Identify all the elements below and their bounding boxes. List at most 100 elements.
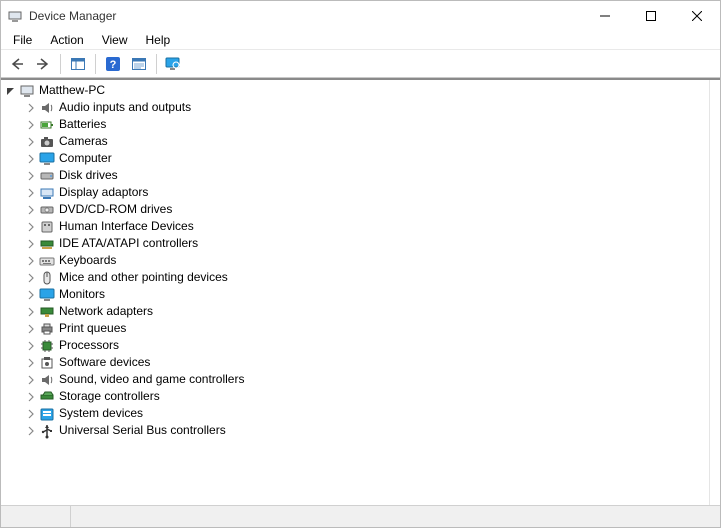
tree-node[interactable]: Monitors [25, 286, 705, 303]
content-area: Matthew-PC Audio inputs and outputsBatte… [1, 78, 720, 505]
app-icon [7, 8, 23, 24]
tree-node-label: DVD/CD-ROM drives [59, 201, 172, 218]
tree-node[interactable]: Sound, video and game controllers [25, 371, 705, 388]
caret-right-icon[interactable] [25, 425, 37, 437]
caret-right-icon[interactable] [25, 272, 37, 284]
caret-right-icon[interactable] [25, 255, 37, 267]
tree-node[interactable]: Network adapters [25, 303, 705, 320]
minimize-button[interactable] [582, 1, 628, 31]
toolbar-back-button[interactable] [5, 53, 29, 75]
tree-node-label: Audio inputs and outputs [59, 99, 191, 116]
tree-node[interactable]: Processors [25, 337, 705, 354]
caret-right-icon[interactable] [25, 221, 37, 233]
tree-node[interactable]: Mice and other pointing devices [25, 269, 705, 286]
menu-action[interactable]: Action [42, 32, 91, 48]
menu-help[interactable]: Help [138, 32, 179, 48]
caret-right-icon[interactable] [25, 204, 37, 216]
audio-icon [39, 100, 55, 116]
system-icon [39, 406, 55, 422]
toolbar: ? [1, 50, 720, 78]
tree-node[interactable]: Computer [25, 150, 705, 167]
disk-icon [39, 168, 55, 184]
toolbar-help-button[interactable]: ? [101, 53, 125, 75]
monitor-icon [39, 287, 55, 303]
caret-right-icon[interactable] [25, 238, 37, 250]
caret-down-icon[interactable] [5, 85, 17, 97]
caret-right-icon[interactable] [25, 340, 37, 352]
statusbar-cell [71, 506, 720, 527]
tree-node-label: Human Interface Devices [59, 218, 194, 235]
tree-node[interactable]: Keyboards [25, 252, 705, 269]
tree-node-label: Display adaptors [59, 184, 148, 201]
caret-right-icon[interactable] [25, 119, 37, 131]
tree-root-node[interactable]: Matthew-PC [5, 82, 705, 99]
tree-node-label: IDE ATA/ATAPI controllers [59, 235, 198, 252]
arrow-right-icon [35, 56, 51, 72]
caret-right-icon[interactable] [25, 102, 37, 114]
toolbar-separator [95, 54, 96, 74]
tree-node-label: Software devices [59, 354, 150, 371]
toolbar-scan-button[interactable] [162, 53, 186, 75]
tree-node[interactable]: Batteries [25, 116, 705, 133]
caret-right-icon[interactable] [25, 153, 37, 165]
network-icon [39, 304, 55, 320]
toolbar-properties-button[interactable] [127, 53, 151, 75]
toolbar-show-hide-tree-button[interactable] [66, 53, 90, 75]
tree-node[interactable]: Disk drives [25, 167, 705, 184]
svg-text:?: ? [110, 59, 117, 71]
tree-node[interactable]: Print queues [25, 320, 705, 337]
tree-node[interactable]: DVD/CD-ROM drives [25, 201, 705, 218]
caret-right-icon[interactable] [25, 391, 37, 403]
tree-node[interactable]: IDE ATA/ATAPI controllers [25, 235, 705, 252]
tree-node[interactable]: System devices [25, 405, 705, 422]
computer-icon [19, 83, 35, 99]
ide-icon [39, 236, 55, 252]
titlebar: Device Manager [1, 1, 720, 31]
tree-node[interactable]: Audio inputs and outputs [25, 99, 705, 116]
tree-root-label: Matthew-PC [39, 82, 105, 99]
menu-view[interactable]: View [94, 32, 136, 48]
hid-icon [39, 219, 55, 235]
caret-right-icon[interactable] [25, 170, 37, 182]
tree-node-label: Keyboards [59, 252, 116, 269]
printer-icon [39, 321, 55, 337]
monitor-icon [39, 151, 55, 167]
device-manager-window: Device Manager File Action View Help ? [0, 0, 721, 528]
tree-children: Audio inputs and outputsBatteriesCameras… [5, 99, 705, 439]
tree-node-label: System devices [59, 405, 143, 422]
caret-right-icon[interactable] [25, 374, 37, 386]
device-tree[interactable]: Matthew-PC Audio inputs and outputsBatte… [1, 80, 710, 505]
toolbar-separator [60, 54, 61, 74]
tree-node[interactable]: Human Interface Devices [25, 218, 705, 235]
battery-icon [39, 117, 55, 133]
display-adapter-icon [39, 185, 55, 201]
caret-right-icon[interactable] [25, 323, 37, 335]
caret-right-icon[interactable] [25, 289, 37, 301]
tree-node-label: Processors [59, 337, 119, 354]
tree-node[interactable]: Storage controllers [25, 388, 705, 405]
camera-icon [39, 134, 55, 150]
pane-icon [70, 56, 86, 72]
caret-right-icon[interactable] [25, 187, 37, 199]
tree-node[interactable]: Display adaptors [25, 184, 705, 201]
caret-right-icon[interactable] [25, 357, 37, 369]
tree-node-label: Disk drives [59, 167, 118, 184]
caret-right-icon[interactable] [25, 408, 37, 420]
processor-icon [39, 338, 55, 354]
monitor-scan-icon [165, 56, 183, 72]
menubar: File Action View Help [1, 31, 720, 50]
close-button[interactable] [674, 1, 720, 31]
tree-node[interactable]: Software devices [25, 354, 705, 371]
usb-icon [39, 423, 55, 439]
mouse-icon [39, 270, 55, 286]
toolbar-forward-button[interactable] [31, 53, 55, 75]
caret-right-icon[interactable] [25, 306, 37, 318]
statusbar-cell [1, 506, 71, 527]
menu-file[interactable]: File [5, 32, 40, 48]
keyboard-icon [39, 253, 55, 269]
tree-node[interactable]: Cameras [25, 133, 705, 150]
maximize-button[interactable] [628, 1, 674, 31]
tree-node-label: Cameras [59, 133, 108, 150]
tree-node[interactable]: Universal Serial Bus controllers [25, 422, 705, 439]
caret-right-icon[interactable] [25, 136, 37, 148]
